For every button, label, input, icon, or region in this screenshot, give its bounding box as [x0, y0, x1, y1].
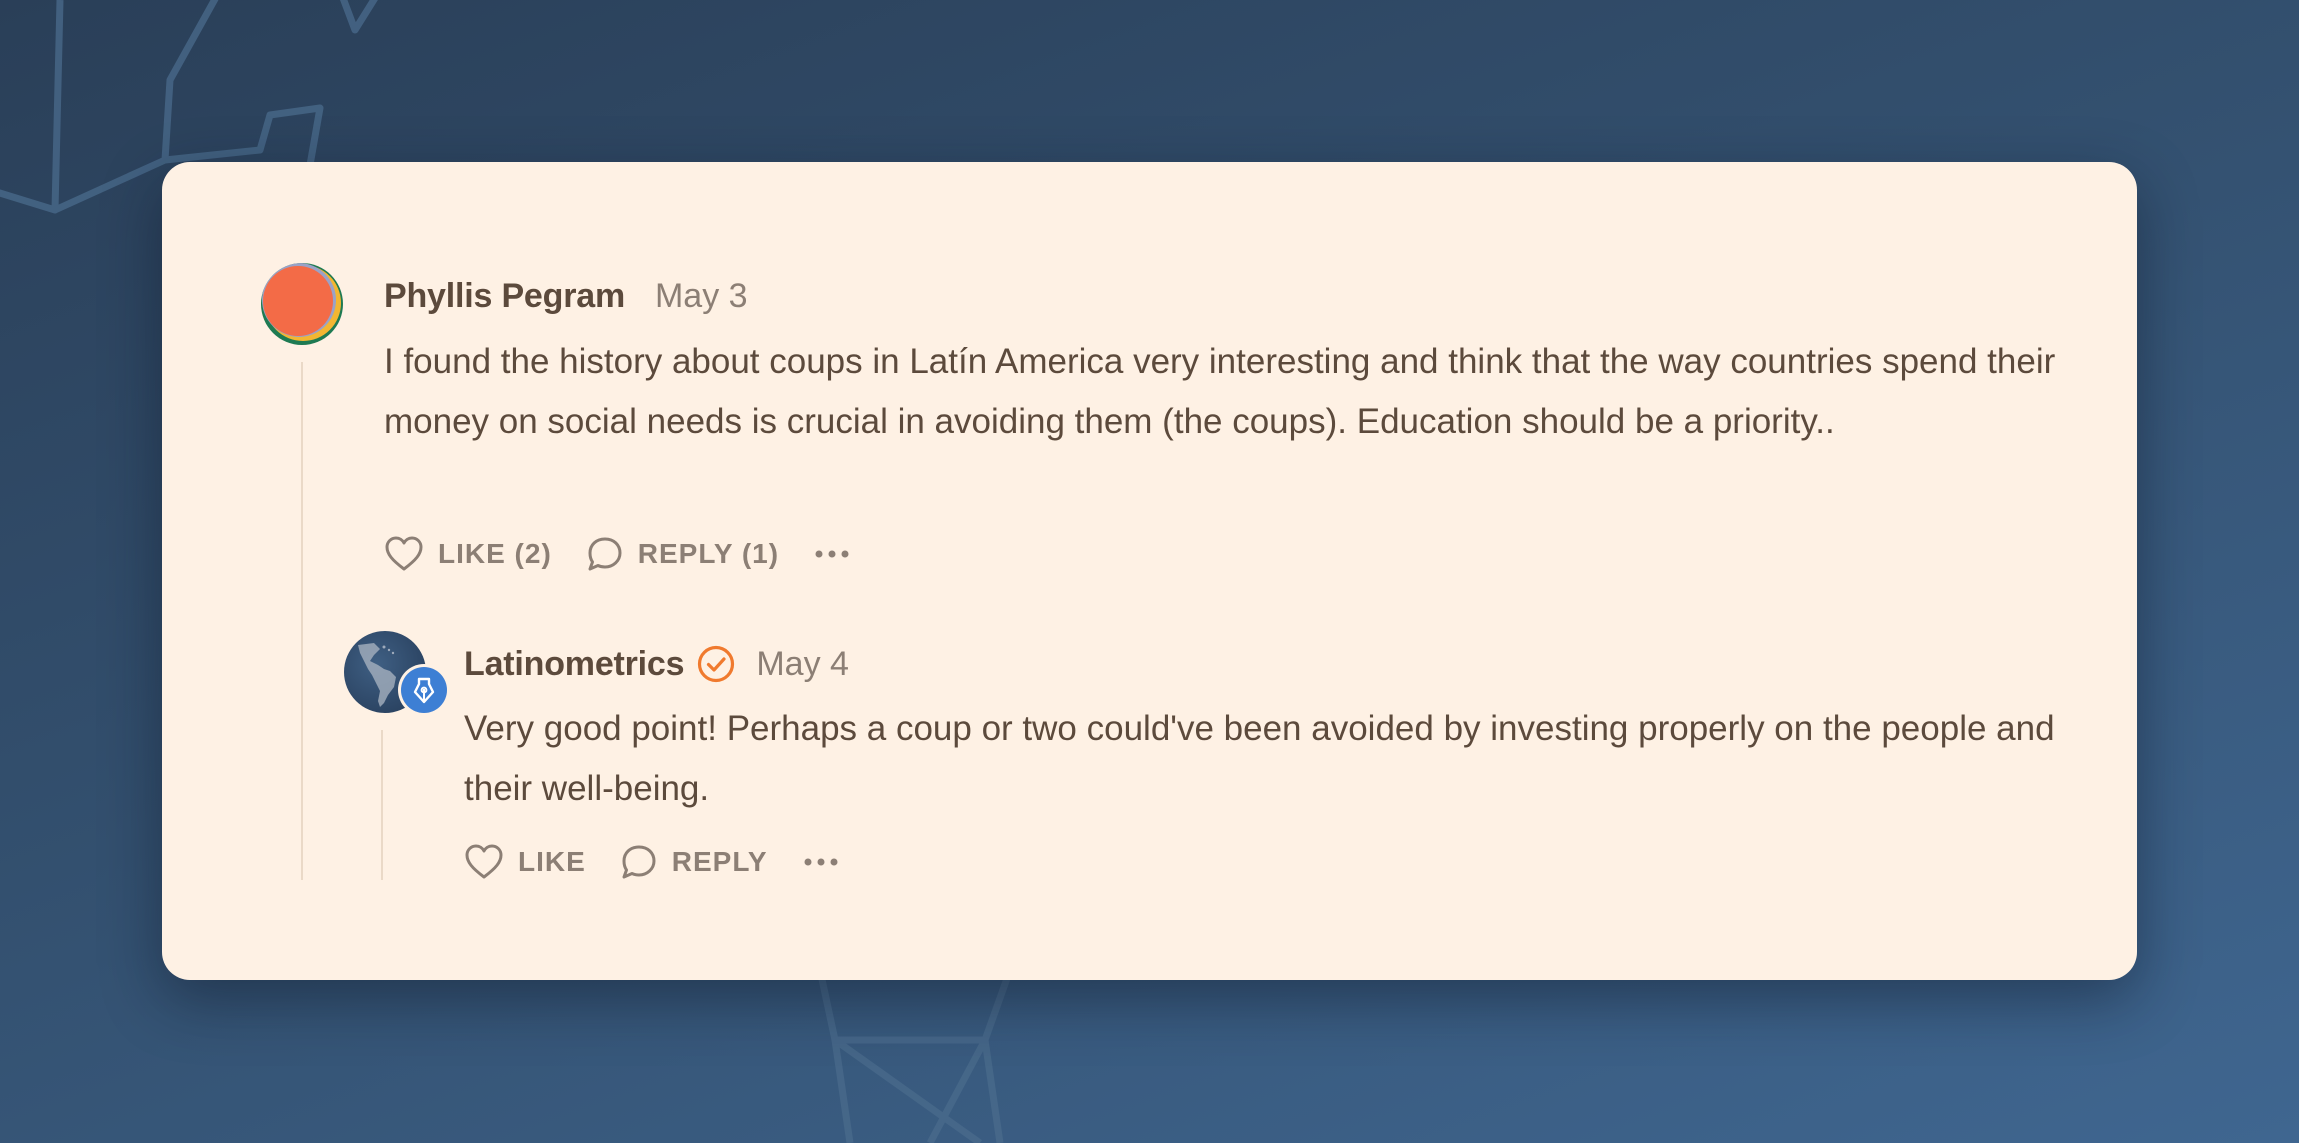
like-button[interactable]: LIKE [464, 843, 586, 881]
reply-button[interactable]: REPLY [620, 843, 768, 881]
like-label: LIKE [518, 846, 586, 877]
more-options-button[interactable] [815, 549, 849, 559]
reply-thread-line [381, 730, 383, 880]
heart-icon [385, 536, 423, 571]
like-button[interactable]: LIKE (2) [384, 535, 552, 573]
more-dots-icon [804, 858, 838, 866]
comment-date[interactable]: May 3 [655, 277, 748, 316]
reply-label: REPLY (1) [637, 538, 780, 569]
comment-header: Latinometrics May 4 [464, 631, 849, 697]
comment-thread-card: Phyllis Pegram May 3 I found the history… [162, 162, 2137, 980]
comment-header: Phyllis Pegram May 3 [384, 263, 748, 329]
comment-actions: LIKE REPLY [464, 837, 838, 887]
comment-body: Very good point! Perhaps a coup or two c… [464, 709, 2055, 808]
comment-actions: LIKE (2) REPLY (1) [384, 529, 849, 579]
pen-nib-icon [413, 677, 435, 704]
reply-button[interactable]: REPLY (1) [586, 535, 779, 573]
avatar[interactable] [261, 263, 343, 345]
heart-icon [465, 844, 503, 879]
author-badge [398, 664, 450, 716]
more-dots-icon [815, 550, 849, 558]
verified-check-icon [698, 645, 735, 683]
like-label: LIKE (2) [438, 538, 552, 569]
reply-label: REPLY [671, 846, 768, 877]
more-options-button[interactable] [804, 857, 838, 867]
author-name[interactable]: Phyllis Pegram [384, 277, 625, 316]
speech-bubble-icon [622, 845, 656, 879]
speech-bubble-icon [588, 537, 622, 571]
comment-date[interactable]: May 4 [756, 645, 849, 684]
thread-line [301, 362, 303, 880]
author-name[interactable]: Latinometrics [464, 645, 685, 684]
comment-body: I found the history about coups in Latín… [384, 342, 2056, 441]
